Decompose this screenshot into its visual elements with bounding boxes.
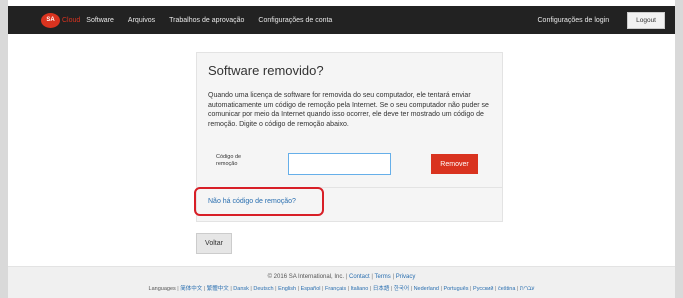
back-button[interactable]: Voltar: [196, 233, 232, 254]
removal-code-label: Código de remoção: [216, 154, 242, 167]
language-link[interactable]: Italiano: [351, 286, 369, 292]
language-link[interactable]: Deutsch: [253, 286, 273, 292]
footer-languages: Languages | 简体中文 | 繁體中文 | Dansk | Deutsc…: [148, 286, 535, 292]
language-link[interactable]: Dansk: [233, 286, 249, 292]
window-frame-left: [0, 0, 8, 298]
language-link[interactable]: 한국어: [394, 286, 409, 292]
language-link[interactable]: Русский: [473, 286, 493, 292]
language-link[interactable]: 简体中文: [180, 286, 202, 292]
language-link[interactable]: 繁體中文: [207, 286, 229, 292]
panel-title: Software removido?: [208, 63, 324, 78]
language-link[interactable]: čeština: [498, 286, 515, 292]
brand-name: Cloud: [62, 16, 81, 24]
language-link[interactable]: Português: [443, 286, 468, 292]
footer-link-privacy[interactable]: Privacy: [396, 274, 416, 280]
nav-item-approval-jobs[interactable]: Trabalhos de aprovação: [169, 17, 244, 24]
logout-button[interactable]: Logout: [627, 11, 665, 29]
copyright-text: © 2016 SA International, Inc.: [267, 274, 345, 280]
sa-logo-icon: SA: [41, 12, 60, 28]
language-link[interactable]: Español: [301, 286, 321, 292]
removal-code-input[interactable]: [288, 153, 391, 175]
language-link[interactable]: Français: [325, 286, 346, 292]
highlight-annotation: [194, 187, 324, 216]
languages-label: Languages: [148, 286, 176, 292]
language-link[interactable]: English: [278, 286, 296, 292]
brand[interactable]: SA Cloud: [41, 6, 80, 34]
language-link[interactable]: Nederland: [414, 286, 439, 292]
language-link[interactable]: עברית: [520, 286, 535, 292]
nav-item-software[interactable]: Software: [86, 17, 114, 24]
footer: © 2016 SA International, Inc. | Contact …: [8, 266, 675, 298]
window-frame-right: [675, 0, 683, 298]
nav-item-files[interactable]: Arquivos: [128, 17, 155, 24]
language-link[interactable]: 日本語: [373, 286, 390, 292]
nav-right: Configurações de login Logout: [538, 6, 665, 34]
top-navbar: SA Cloud Software Arquivos Trabalhos de …: [8, 6, 675, 34]
footer-copyright-line: © 2016 SA International, Inc. | Contact …: [267, 274, 416, 280]
panel-description: Quando uma licença de software for remov…: [208, 92, 489, 128]
nav-menu: Software Arquivos Trabalhos de aprovação…: [86, 17, 346, 24]
nav-item-account-settings[interactable]: Configurações de conta: [258, 17, 332, 24]
footer-link-terms[interactable]: Terms: [374, 274, 390, 280]
remove-button[interactable]: Remover: [431, 154, 478, 174]
footer-link-contact[interactable]: Contact: [349, 274, 370, 280]
nav-item-login-settings[interactable]: Configurações de login: [538, 17, 610, 24]
